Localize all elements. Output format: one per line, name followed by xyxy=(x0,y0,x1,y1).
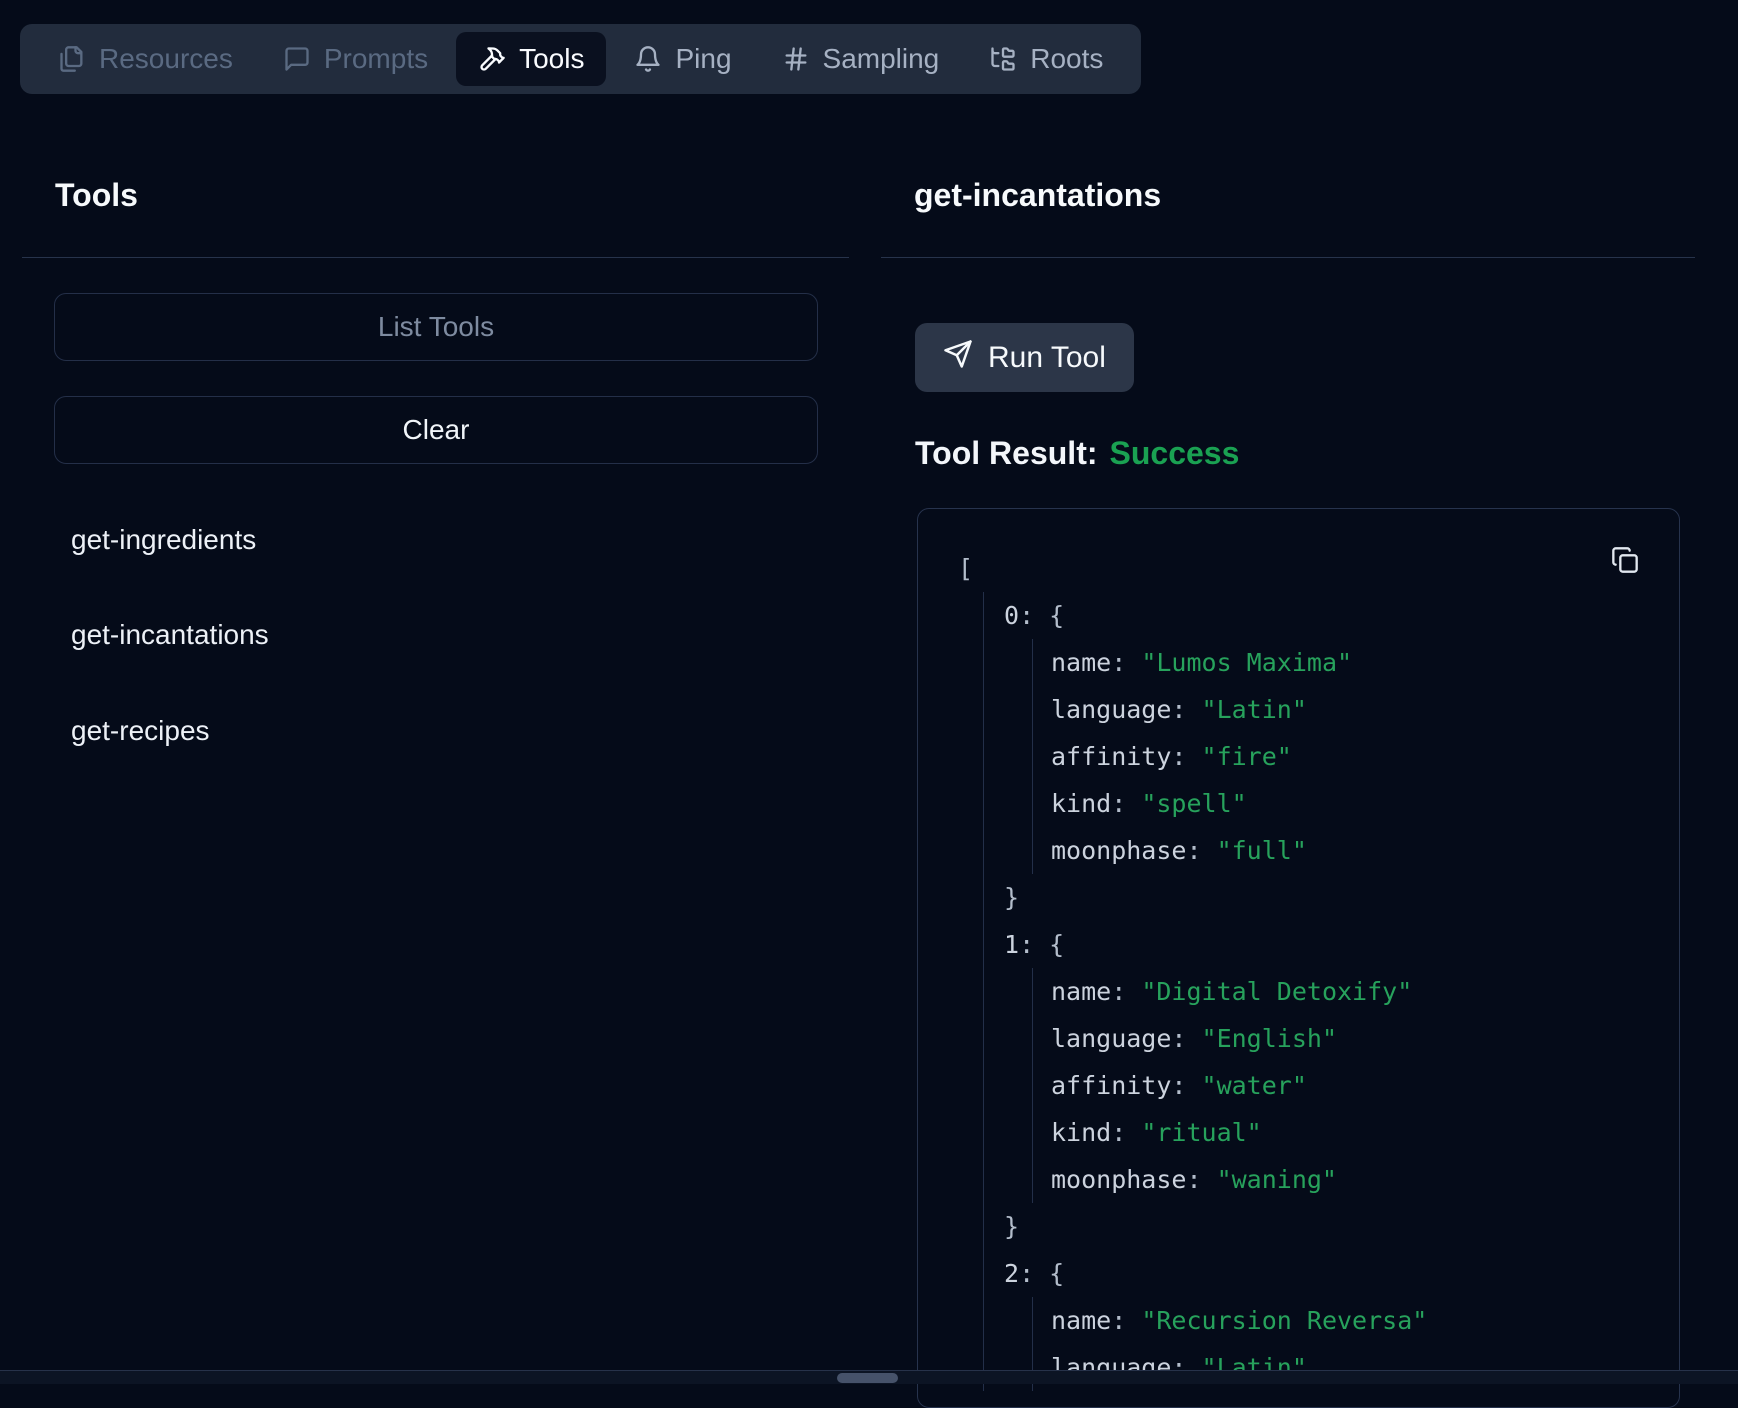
tab-label: Ping xyxy=(675,43,731,75)
json-line: [ xyxy=(958,545,1639,592)
tool-list-item-get-recipes[interactable]: get-recipes xyxy=(71,708,210,754)
files-icon xyxy=(58,45,86,73)
tab-label: Prompts xyxy=(324,43,428,75)
folder-tree-icon xyxy=(989,45,1017,73)
json-content: [0: {name: "Lumos Maxima"language: "Lati… xyxy=(958,545,1639,1391)
tab-prompts[interactable]: Prompts xyxy=(261,32,450,86)
horizontal-scrollbar-thumb[interactable] xyxy=(837,1373,898,1383)
json-line: name: "Recursion Reversa" xyxy=(1051,1297,1639,1344)
json-line: language: "Latin" xyxy=(1051,686,1639,733)
horizontal-scrollbar-track[interactable] xyxy=(0,1370,1738,1384)
json-line: kind: "ritual" xyxy=(1051,1109,1639,1156)
left-panel-divider xyxy=(22,257,849,258)
json-line: moonphase: "full" xyxy=(1051,827,1639,874)
tab-ping[interactable]: Ping xyxy=(612,32,753,86)
send-icon xyxy=(943,339,973,377)
tool-list-item-get-incantations[interactable]: get-incantations xyxy=(71,612,269,658)
tab-bar: Resources Prompts Tools Ping Sampling Roots xyxy=(20,24,1141,94)
clear-button[interactable]: Clear xyxy=(54,396,818,464)
message-square-icon xyxy=(283,45,311,73)
tab-label: Roots xyxy=(1030,43,1103,75)
json-line: affinity: "water" xyxy=(1051,1062,1639,1109)
tab-roots[interactable]: Roots xyxy=(967,32,1125,86)
tab-sampling[interactable]: Sampling xyxy=(760,32,962,86)
json-line: } xyxy=(1004,1203,1639,1250)
tool-result-status: Success xyxy=(1110,435,1240,471)
json-line: name: "Digital Detoxify" xyxy=(1051,968,1639,1015)
selected-tool-title: get-incantations xyxy=(914,172,1161,218)
json-line: } xyxy=(1004,874,1639,921)
json-line: kind: "spell" xyxy=(1051,780,1639,827)
json-line: name: "Lumos Maxima" xyxy=(1051,639,1639,686)
list-tools-button[interactable]: List Tools xyxy=(54,293,818,361)
tab-resources[interactable]: Resources xyxy=(36,32,255,86)
tools-panel-title: Tools xyxy=(55,172,138,218)
tool-result-label: Tool Result: xyxy=(915,435,1098,471)
run-tool-label: Run Tool xyxy=(988,341,1106,375)
json-line: affinity: "fire" xyxy=(1051,733,1639,780)
tab-label: Resources xyxy=(99,43,233,75)
tool-result-line: Tool Result: Success xyxy=(915,430,1239,476)
hammer-icon xyxy=(478,45,506,73)
run-tool-button[interactable]: Run Tool xyxy=(915,323,1134,392)
tab-tools[interactable]: Tools xyxy=(456,32,606,86)
json-line: 0: { xyxy=(1004,592,1639,639)
bell-icon xyxy=(634,45,662,73)
copy-button[interactable] xyxy=(1611,546,1639,574)
copy-icon xyxy=(1611,546,1639,574)
tab-label: Tools xyxy=(519,43,584,75)
tool-list-item-get-ingredients[interactable]: get-ingredients xyxy=(71,517,256,563)
hash-icon xyxy=(782,45,810,73)
json-line: 1: { xyxy=(1004,921,1639,968)
json-line: 2: { xyxy=(1004,1250,1639,1297)
tab-label: Sampling xyxy=(823,43,940,75)
json-line: language: "English" xyxy=(1051,1015,1639,1062)
json-line: moonphase: "waning" xyxy=(1051,1156,1639,1203)
right-panel-divider xyxy=(881,257,1695,258)
tool-result-json-viewer[interactable]: [0: {name: "Lumos Maxima"language: "Lati… xyxy=(917,508,1680,1408)
